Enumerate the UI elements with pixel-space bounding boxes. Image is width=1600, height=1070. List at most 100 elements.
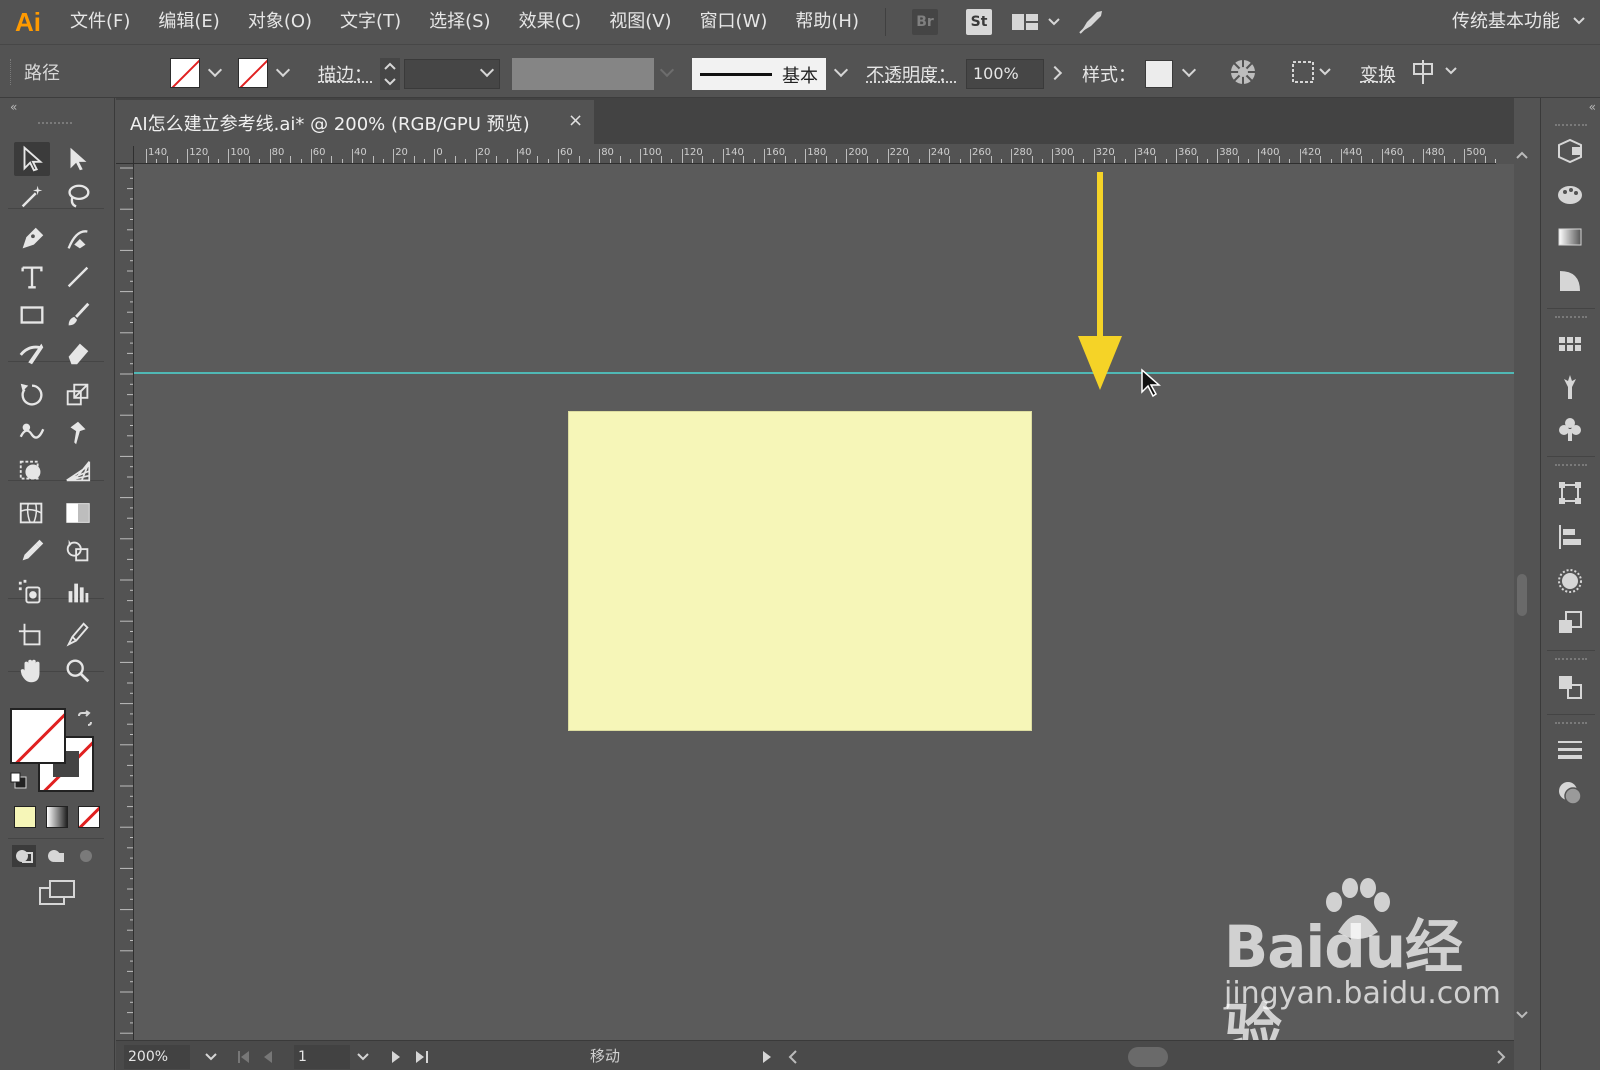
artboard-next-last-icon[interactable]: [388, 1049, 438, 1065]
eyedropper-tool-button[interactable]: [14, 534, 50, 568]
type-tool-button[interactable]: [14, 260, 50, 294]
curvature-tool-button[interactable]: [60, 222, 96, 256]
transform-label[interactable]: 变换: [1360, 61, 1396, 87]
scroll-right-icon[interactable]: [1494, 1049, 1508, 1065]
magic-wand-tool-button[interactable]: [14, 180, 50, 214]
chevron-down-icon[interactable]: [1181, 62, 1197, 78]
stroke-panel-button[interactable]: [1555, 734, 1585, 764]
hand-tool-button[interactable]: [14, 654, 50, 688]
transparency-panel-button[interactable]: [1555, 266, 1585, 296]
gradient-mode-button[interactable]: [46, 806, 68, 828]
column-graph-tool-button[interactable]: [60, 576, 96, 610]
chevron-down-icon[interactable]: [204, 1051, 218, 1063]
artboard-number-field[interactable]: 1: [294, 1045, 350, 1069]
stroke-swatch-none[interactable]: [238, 58, 268, 88]
brush-definition[interactable]: 基本: [692, 58, 826, 90]
fill-swatch-none[interactable]: [170, 58, 200, 88]
artboard-first-prev-icon[interactable]: [236, 1049, 286, 1065]
status-menu-arrow-icon[interactable]: [760, 1049, 774, 1065]
menu-select[interactable]: 选择(S): [415, 0, 504, 44]
graphic-style-swatch[interactable]: [1145, 60, 1173, 88]
fill-stroke-widget[interactable]: [10, 708, 96, 792]
opacity-label[interactable]: 不透明度：: [866, 61, 956, 87]
horizontal-scroll-thumb[interactable]: [1128, 1047, 1168, 1067]
align-panel-button[interactable]: [1555, 522, 1585, 552]
pen-tool-button[interactable]: [14, 222, 50, 256]
direct-selection-tool-button[interactable]: [60, 142, 96, 176]
horizontal-guide[interactable]: [134, 372, 1516, 374]
arrange-documents-button[interactable]: [1006, 0, 1066, 44]
chevron-down-icon[interactable]: [207, 62, 223, 78]
collapse-panel-button[interactable]: «: [10, 100, 17, 114]
scroll-left-icon[interactable]: [786, 1049, 800, 1065]
lasso-tool-button[interactable]: [60, 180, 96, 214]
screen-mode-icon[interactable]: [38, 878, 78, 908]
arrange-panel-button[interactable]: [1555, 672, 1585, 702]
vertical-ruler[interactable]: [116, 164, 134, 1040]
color-mode-button[interactable]: [14, 806, 36, 828]
eraser-tool-button[interactable]: [60, 336, 96, 370]
stroke-weight-stepper-icon[interactable]: [380, 58, 400, 90]
chevron-down-icon[interactable]: [356, 1051, 370, 1063]
gpu-performance-button[interactable]: [1066, 0, 1116, 44]
close-tab-button[interactable]: ×: [568, 110, 583, 131]
artboard-tool-button[interactable]: [14, 618, 50, 652]
none-mode-button[interactable]: [78, 806, 100, 828]
rotate-tool-button[interactable]: [14, 378, 50, 412]
scroll-down-icon[interactable]: [1516, 1010, 1528, 1020]
appearance-panel-button[interactable]: [1555, 566, 1585, 596]
line-segment-tool-button[interactable]: [60, 260, 96, 294]
rectangle-object[interactable]: [568, 411, 1032, 731]
swatch-grid-panel-button[interactable]: [1555, 330, 1585, 360]
menu-edit[interactable]: 编辑(E): [144, 0, 233, 44]
selection-tool-button[interactable]: [14, 142, 50, 176]
menu-view[interactable]: 视图(V): [595, 0, 685, 44]
chevron-down-icon[interactable]: [275, 62, 291, 78]
zoom-tool-button[interactable]: [60, 654, 96, 688]
menu-type[interactable]: 文字(T): [326, 0, 415, 44]
menu-file[interactable]: 文件(F): [56, 0, 144, 44]
menu-window[interactable]: 窗口(W): [686, 0, 782, 44]
layers-panel-button[interactable]: [1555, 778, 1585, 808]
swatches-panel-button[interactable]: [1555, 222, 1585, 252]
vertical-scroll-thumb[interactable]: [1517, 574, 1527, 616]
stock-button[interactable]: St: [966, 9, 992, 35]
default-fill-stroke-icon[interactable]: [10, 772, 28, 790]
symbol-sprayer-tool-button[interactable]: [14, 576, 50, 610]
symbols-panel-button[interactable]: [1555, 414, 1585, 444]
mesh-tool-button[interactable]: [14, 496, 50, 530]
align-to-selection-icon[interactable]: [1290, 59, 1334, 85]
scale-tool-button[interactable]: [60, 378, 96, 412]
horizontal-ruler[interactable]: 140 120 100 80 60 40 20 0 20 40 60 80 100 120 140 160 18…: [134, 146, 1496, 164]
scroll-up-icon[interactable]: [1516, 150, 1528, 160]
menu-help[interactable]: 帮助(H): [781, 0, 873, 44]
swap-fill-stroke-icon[interactable]: [76, 710, 94, 728]
free-transform-tool-button[interactable]: [14, 454, 50, 488]
transform-panel-button[interactable]: [1555, 478, 1585, 508]
ruler-origin[interactable]: [116, 146, 134, 164]
chevron-down-icon[interactable]: [833, 62, 849, 78]
menu-effect[interactable]: 效果(C): [505, 0, 596, 44]
slice-tool-button[interactable]: [60, 618, 96, 652]
isolate-object-icon[interactable]: [1412, 58, 1462, 86]
paintbrush-tool-button[interactable]: [60, 298, 96, 332]
stroke-label[interactable]: 描边：: [318, 61, 372, 87]
shape-builder-tool-button[interactable]: [60, 534, 96, 568]
gradient-tool-button[interactable]: [60, 496, 96, 530]
stroke-swatch[interactable]: [10, 708, 66, 764]
workspace-switcher[interactable]: 传统基本功能: [1452, 0, 1560, 44]
puppet-warp-tool-button[interactable]: [60, 416, 96, 450]
variable-width-profile[interactable]: [512, 58, 654, 90]
menu-object[interactable]: 对象(O): [234, 0, 326, 44]
bridge-button[interactable]: Br: [912, 9, 938, 35]
brushes-panel-button[interactable]: [1555, 372, 1585, 402]
color-panel-button[interactable]: [1555, 180, 1585, 210]
shaper-tool-button[interactable]: [14, 336, 50, 370]
rectangle-tool-button[interactable]: [14, 298, 50, 332]
opacity-input[interactable]: 100%: [966, 59, 1044, 89]
zoom-level-field[interactable]: 200%: [124, 1045, 190, 1069]
warp-tool-button[interactable]: [14, 416, 50, 450]
artboard-canvas[interactable]: Baidu经验 jingyan.baidu.com: [134, 164, 1516, 1040]
vertical-scrollbar[interactable]: [1514, 146, 1530, 1040]
drawing-modes-icon[interactable]: [12, 844, 102, 868]
